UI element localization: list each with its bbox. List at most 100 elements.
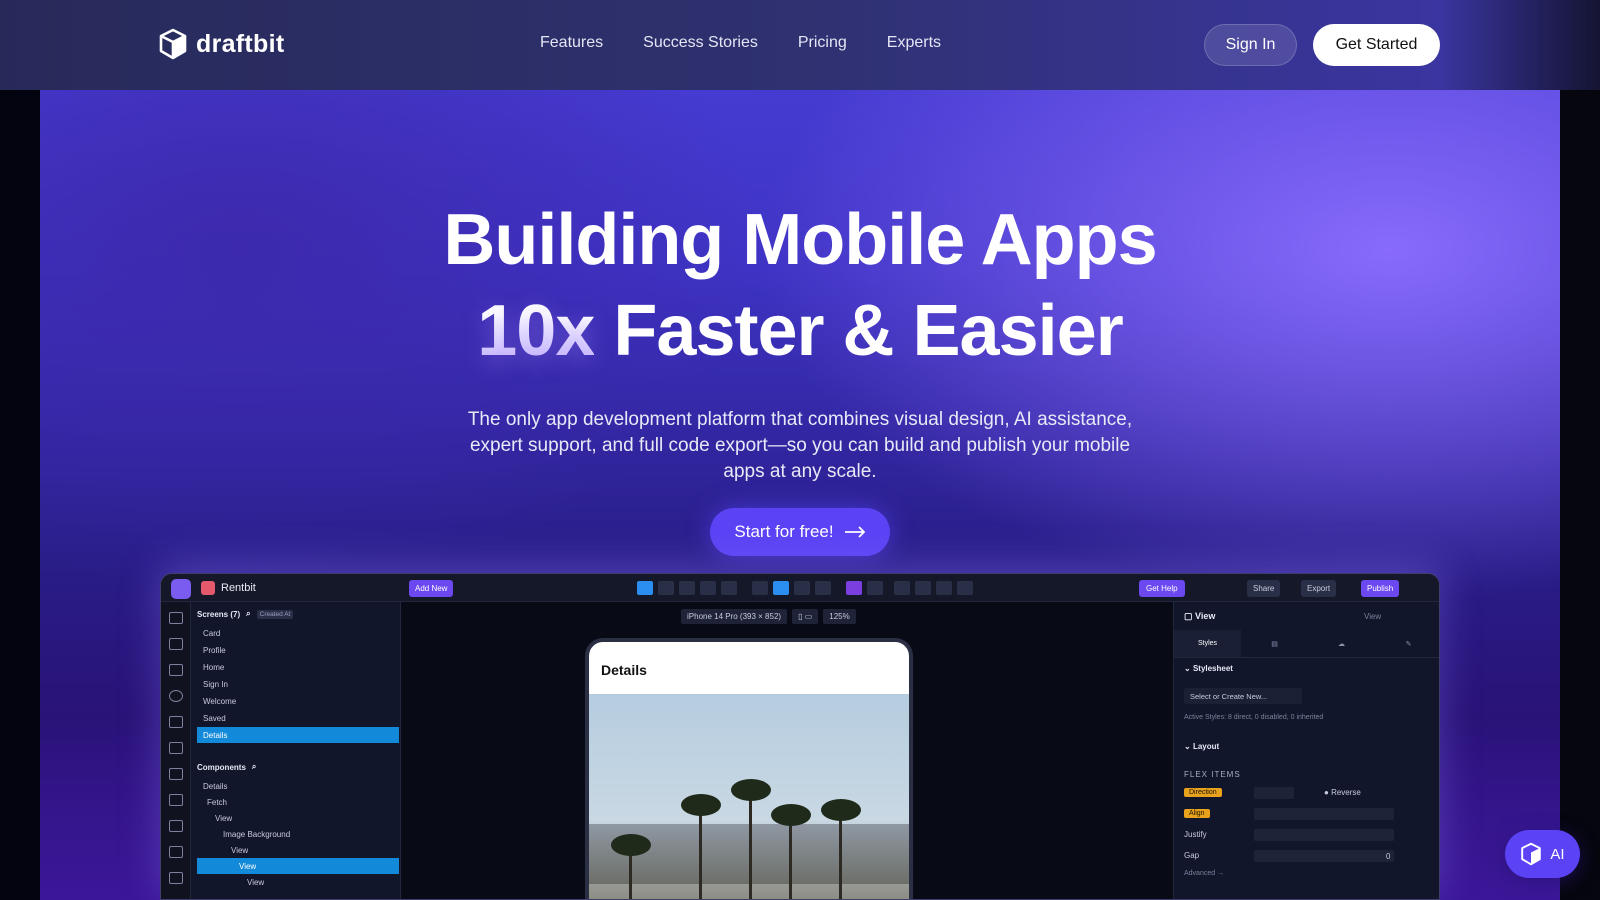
- nav-link-experts[interactable]: Experts: [887, 34, 941, 52]
- direction-row: Direction: [1184, 787, 1222, 797]
- get-started-button[interactable]: Get Started: [1313, 24, 1440, 66]
- palm-frond: [611, 834, 651, 856]
- sort-badge[interactable]: Created At: [256, 609, 294, 619]
- stylesheet-select[interactable]: Select or Create New...: [1184, 688, 1302, 704]
- assets-icon[interactable]: [169, 716, 183, 728]
- phone-screen-title: Details: [601, 662, 647, 678]
- component-item-selected[interactable]: View: [197, 858, 399, 874]
- search-icon[interactable]: ⌕: [252, 762, 256, 772]
- component-item[interactable]: Image Background: [197, 826, 399, 842]
- globe-icon[interactable]: [773, 581, 789, 595]
- ai-assistant-button[interactable]: AI: [1505, 830, 1580, 878]
- palm-trunk: [839, 809, 842, 899]
- font-icon[interactable]: [894, 581, 910, 595]
- share-button[interactable]: Share: [1247, 580, 1281, 597]
- screen-item-selected[interactable]: Details: [197, 727, 399, 743]
- screens-icon[interactable]: [169, 612, 183, 624]
- play-icon[interactable]: [936, 581, 952, 595]
- design-canvas[interactable]: iPhone 14 Pro (393 × 852) ▯ ▭ 125% Detai…: [401, 602, 1173, 899]
- align-options[interactable]: [1254, 808, 1394, 820]
- justify-options[interactable]: [1254, 829, 1394, 841]
- cloud-icon[interactable]: [815, 581, 831, 595]
- justify-label: Justify: [1184, 830, 1207, 839]
- components-icon[interactable]: [169, 638, 183, 650]
- inspector-element-label: View: [1195, 611, 1216, 621]
- tablet-icon[interactable]: [679, 581, 695, 595]
- hero-title-rest: Faster & Easier: [613, 291, 1123, 371]
- screen-item[interactable]: Home: [197, 659, 399, 675]
- nav-link-success-stories[interactable]: Success Stories: [643, 34, 758, 52]
- component-item[interactable]: Details: [197, 778, 399, 794]
- component-item[interactable]: View: [197, 810, 399, 826]
- export-button[interactable]: Export: [1301, 580, 1337, 597]
- layout-section[interactable]: ⌄ Layout: [1184, 742, 1219, 751]
- brand-name: draftbit: [196, 29, 285, 58]
- share-nodes-icon[interactable]: [169, 664, 183, 676]
- inspector-element: ▢ View: [1184, 611, 1216, 621]
- stylesheet-section[interactable]: ⌄ Stylesheet: [1184, 664, 1233, 673]
- direction-toggle[interactable]: [1254, 787, 1294, 799]
- phone-alt-icon[interactable]: [658, 581, 674, 595]
- screens-header: Screens (7) ⌕ Created At: [197, 609, 294, 619]
- gap-input[interactable]: [1254, 850, 1394, 862]
- theme-icon[interactable]: [846, 581, 862, 595]
- component-item[interactable]: View: [197, 842, 399, 858]
- search-icon[interactable]: ⌕: [246, 609, 250, 619]
- screen-item[interactable]: Welcome: [197, 693, 399, 709]
- screen-item[interactable]: Profile: [197, 642, 399, 658]
- arrow-right-icon: [844, 526, 865, 538]
- device-select[interactable]: iPhone 14 Pro (393 × 852): [681, 609, 788, 624]
- function-icon[interactable]: [169, 846, 183, 858]
- component-item[interactable]: Fetch: [197, 794, 399, 810]
- components-header: Components ⌕: [197, 762, 256, 772]
- nav-link-pricing[interactable]: Pricing: [798, 34, 847, 52]
- bolt-icon[interactable]: [169, 742, 183, 754]
- palm-frond: [821, 799, 861, 821]
- publish-button[interactable]: Publish: [1361, 580, 1400, 597]
- tab-config-icon[interactable]: ▤: [1241, 630, 1308, 657]
- orientation-toggle[interactable]: ▯ ▭: [792, 609, 819, 624]
- palm-trees-image: [589, 694, 909, 899]
- sun-icon[interactable]: [915, 581, 931, 595]
- advanced-link[interactable]: Advanced →: [1184, 870, 1224, 877]
- sign-in-button[interactable]: Sign In: [1204, 24, 1297, 66]
- flex-items-label: FLEX ITEMS: [1184, 770, 1241, 779]
- reverse-toggle[interactable]: ● Reverse: [1324, 788, 1361, 797]
- laptop-icon[interactable]: [700, 581, 716, 595]
- code-icon[interactable]: [169, 768, 183, 780]
- phone-icon[interactable]: [637, 581, 653, 595]
- project-name[interactable]: Rentbit: [201, 581, 256, 595]
- chevron-down-icon[interactable]: [867, 581, 883, 595]
- screen-item[interactable]: Saved: [197, 710, 399, 726]
- navigator-panel: Screens (7) ⌕ Created At Card Profile Ho…: [191, 602, 401, 899]
- add-new-button[interactable]: Add New: [409, 580, 454, 597]
- database-icon[interactable]: [169, 794, 183, 806]
- get-help-button[interactable]: Get Help: [1139, 580, 1185, 597]
- hero-title-line1: Building Mobile Apps: [443, 200, 1157, 280]
- tab-styles[interactable]: Styles: [1174, 630, 1241, 657]
- desktop-icon[interactable]: [721, 581, 737, 595]
- screen-item[interactable]: Sign In: [197, 676, 399, 692]
- image-icon[interactable]: [169, 820, 183, 832]
- component-item[interactable]: View: [197, 874, 399, 890]
- nav-link-features[interactable]: Features: [540, 34, 603, 52]
- app-builder-preview: Rentbit Add New Get Help Share Export Pu…: [160, 573, 1440, 900]
- screen-item[interactable]: Card: [197, 625, 399, 641]
- brand-logo[interactable]: draftbit: [158, 28, 285, 60]
- draftbit-icon[interactable]: [171, 579, 191, 599]
- tab-data-icon[interactable]: ☁: [1308, 630, 1375, 657]
- tab-actions-icon[interactable]: ✎: [1375, 630, 1439, 657]
- gap-value: 0: [1386, 852, 1391, 861]
- apple-icon[interactable]: [794, 581, 810, 595]
- variable-icon[interactable]: [169, 872, 183, 884]
- grid-icon[interactable]: [752, 581, 768, 595]
- cube-icon: [1521, 842, 1542, 866]
- start-free-button[interactable]: Start for free!: [710, 508, 890, 556]
- eye-icon[interactable]: [169, 690, 183, 702]
- menu-icon[interactable]: [957, 581, 973, 595]
- direction-badge: Direction: [1184, 788, 1222, 797]
- phone-preview: Details: [585, 638, 913, 899]
- hero-title-line2: 10x Faster & Easier: [0, 287, 1600, 375]
- zoom-select[interactable]: 125%: [823, 609, 856, 624]
- project-icon: [201, 581, 215, 595]
